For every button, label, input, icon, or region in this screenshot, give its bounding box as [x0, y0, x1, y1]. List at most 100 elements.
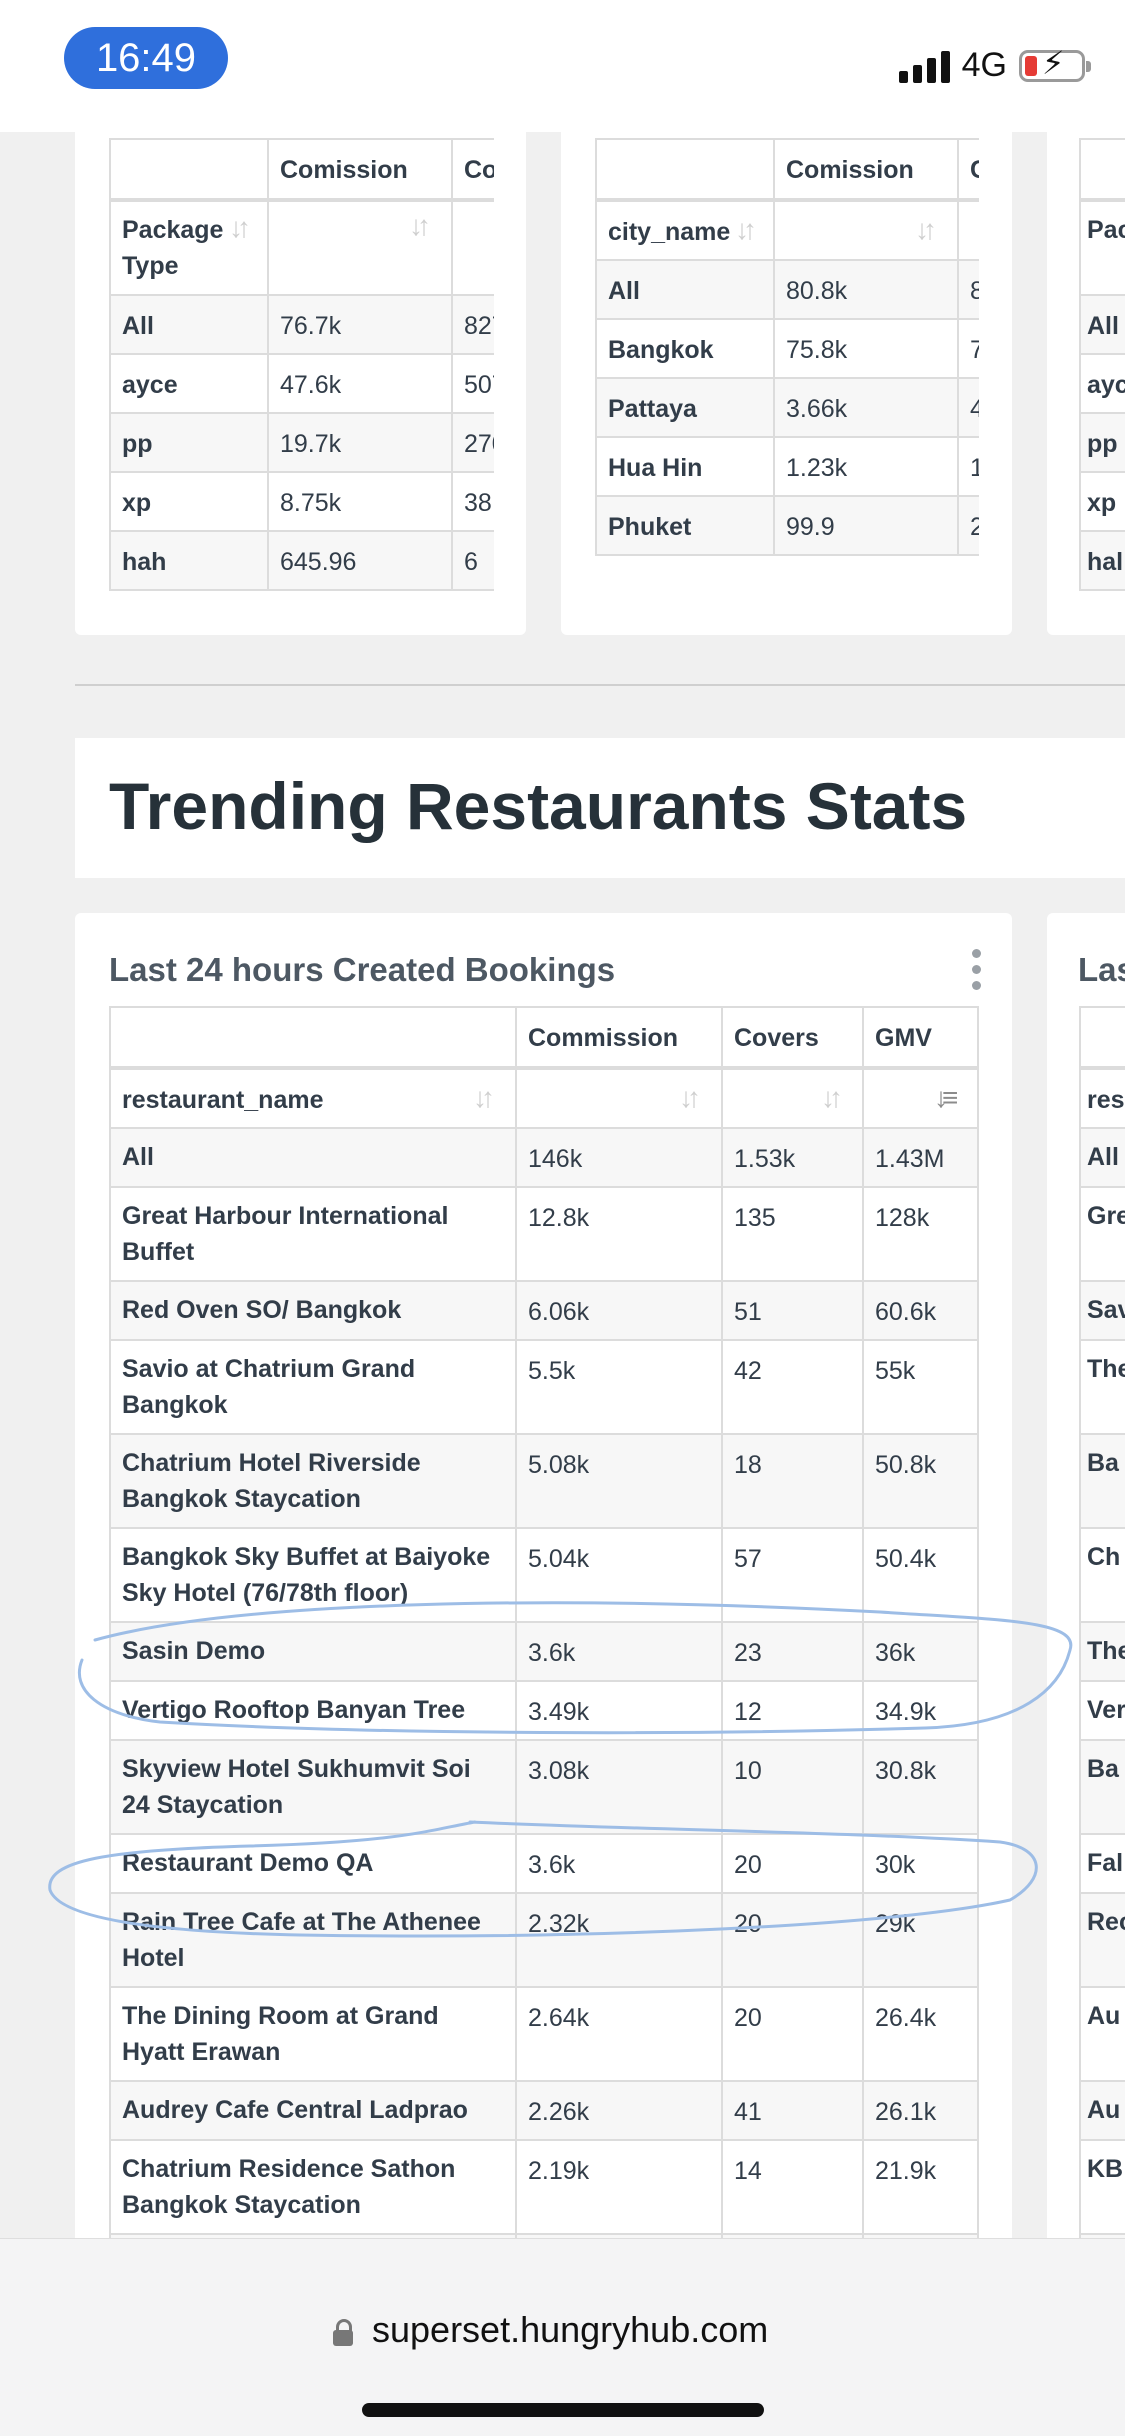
restaurant-name-cell: Sasin Demo [109, 1621, 517, 1682]
table-row: Au [1079, 2080, 1125, 2141]
city-table: Comission C city_name ↓↑ ↓↑ All80.8k8 Ba… [595, 138, 979, 556]
table-cell: 507 [451, 353, 494, 414]
sort-header-package-type[interactable]: Package Type ↓↑ [109, 198, 269, 296]
sort-header-blank[interactable] [957, 198, 979, 261]
restaurant-name-cell: Great Harbour International Buffet [109, 1186, 517, 1282]
sort-icon[interactable]: ↓↑ [679, 1082, 701, 1114]
commission-cell: 3.49k [515, 1680, 723, 1741]
sort-icon[interactable]: ↓↑ [915, 214, 937, 246]
table-row: Ver [1079, 1680, 1125, 1741]
sort-header-blank[interactable] [451, 198, 494, 296]
header-empty [1079, 138, 1125, 201]
sort-icon[interactable]: ↓↑ [735, 214, 757, 246]
table-cell: 19.7k [267, 412, 453, 473]
bookings-table: Commission Covers GMV restaurant_name ↓↑… [109, 1006, 979, 2294]
commission-cell: 3.08k [515, 1739, 723, 1835]
sort-icon[interactable]: ↓↑ [229, 210, 251, 246]
table-cell: pp [1079, 412, 1125, 473]
table-cell: 1.23k [773, 436, 959, 497]
table-row: Bangkok Sky Buffet at Baiyoke Sky Hotel … [109, 1527, 979, 1623]
table-cell: The Hy [1079, 1339, 1125, 1435]
sort-header-restaurant-name[interactable]: restaurant_name ↓↑ [109, 1066, 517, 1129]
sort-header-partial[interactable]: Pac Typ [1079, 198, 1125, 296]
sort-header-city-name[interactable]: city_name ↓↑ [595, 198, 775, 261]
table-cell: Phuket [595, 495, 775, 556]
table-cell: Hua Hin [595, 436, 775, 497]
table-cell: Ba Sta [1079, 1739, 1125, 1835]
column-header-gmv: GMV [862, 1006, 979, 1069]
restaurant-name-cell: Restaurant Demo QA [109, 1833, 517, 1894]
table-cell: The [1079, 1621, 1125, 1682]
sort-icon[interactable]: ↓↑ [409, 210, 431, 242]
header-empty [1079, 1006, 1125, 1069]
gmv-cell: 1.43M [862, 1127, 979, 1188]
table-row: The Hy [1079, 1339, 1125, 1435]
section-divider [75, 684, 1125, 686]
restaurant-name-cell: The Dining Room at Grand Hyatt Erawan [109, 1986, 517, 2082]
partial-table: Pac Typ All ayc pp xp hal [1079, 138, 1125, 591]
restaurant-name-cell: Red Oven SO/ Bangkok [109, 1280, 517, 1341]
table-row: Fal [1079, 1833, 1125, 1894]
table-row: The [1079, 1621, 1125, 1682]
table-row: Ba Sk [1079, 1433, 1125, 1529]
table-cell: Bangkok [595, 318, 775, 379]
browser-address-bar[interactable]: superset.hungryhub.com [0, 2238, 1125, 2436]
chart-title-partial: Las [1078, 951, 1125, 988]
sort-icon[interactable]: ↓↑ [473, 1082, 495, 1114]
last-24h-card-partial: Las res AllGre BuSav BaThe HyBa SkCh BaT… [1047, 913, 1125, 2313]
gmv-cell: 36k [862, 1621, 979, 1682]
table-cell: 38 [451, 471, 494, 532]
column-header: C [957, 138, 979, 201]
city-card: Comission C city_name ↓↑ ↓↑ All80.8k8 Ba… [561, 132, 1012, 635]
column-header-commission: Commission [515, 1006, 723, 1069]
covers-cell: 23 [721, 1621, 864, 1682]
table-cell: KB [1079, 2139, 1125, 2235]
status-time: 16:49 [64, 27, 228, 89]
table-cell: 76.7k [267, 294, 453, 355]
sort-header-blank[interactable]: ↓↑ [267, 198, 453, 296]
more-options-icon[interactable] [972, 949, 982, 997]
table-row: Vertigo Rooftop Banyan Tree 3.49k 12 34.9k [109, 1680, 979, 1741]
gmv-cell: 26.4k [862, 1986, 979, 2082]
table-row: Rain Tree Cafe at The Athenee Hotel 2.32k… [109, 1892, 979, 1988]
sort-header-blank[interactable]: ↓↑ [773, 198, 959, 261]
table-cell: 47.6k [267, 353, 453, 414]
status-bar: 16:49 4G ⚡ [0, 0, 1125, 132]
table-cell: 7 [957, 318, 979, 379]
table-row: Sav Ba [1079, 1280, 1125, 1341]
covers-cell: 12 [721, 1680, 864, 1741]
covers-cell: 20 [721, 1986, 864, 2082]
sort-desc-icon[interactable]: ↓≡ [934, 1082, 958, 1114]
table-cell: 2 [957, 495, 979, 556]
table-cell: Rec [1079, 1892, 1125, 1988]
table-row: All 146k 1.53k 1.43M [109, 1127, 979, 1188]
column-header: Co [451, 138, 494, 201]
gmv-cell: 26.1k [862, 2080, 979, 2141]
home-indicator[interactable] [362, 2403, 764, 2417]
sort-header-gmv[interactable]: ↓≡ [862, 1066, 979, 1129]
sort-header-partial[interactable]: res [1079, 1066, 1125, 1129]
table-cell: 645.96 [267, 530, 453, 591]
covers-cell: 57 [721, 1527, 864, 1623]
restaurant-name-cell: Chatrium Hotel Riverside Bangkok Staycat… [109, 1433, 517, 1529]
column-header: Comission [773, 138, 959, 201]
package-type-card: Comission Co Package Type ↓↑ ↓↑ All 76.7k… [75, 132, 526, 635]
sort-header-covers[interactable]: ↓↑ [721, 1066, 864, 1129]
table-cell: 8 [957, 259, 979, 320]
covers-cell: 42 [721, 1339, 864, 1435]
table-cell: 99.9 [773, 495, 959, 556]
table-cell: 4 [957, 377, 979, 438]
partial-bookings-table: res AllGre BuSav BaThe HyBa SkCh BaTheVe… [1079, 1006, 1125, 2294]
covers-cell: 20 [721, 1833, 864, 1894]
gmv-cell: 60.6k [862, 1280, 979, 1341]
table-cell: 8.75k [267, 471, 453, 532]
column-header-covers: Covers [721, 1006, 864, 1069]
commission-cell: 5.04k [515, 1527, 723, 1623]
table-cell: Gre Bu [1079, 1186, 1125, 1282]
restaurant-name-cell: Vertigo Rooftop Banyan Tree [109, 1680, 517, 1741]
sort-header-commission[interactable]: ↓↑ [515, 1066, 723, 1129]
table-cell: ayc [1079, 353, 1125, 414]
restaurant-name-cell: Chatrium Residence Sathon Bangkok Stayca… [109, 2139, 517, 2235]
url-text[interactable]: superset.hungryhub.com [372, 2309, 768, 2351]
sort-icon[interactable]: ↓↑ [821, 1082, 843, 1114]
